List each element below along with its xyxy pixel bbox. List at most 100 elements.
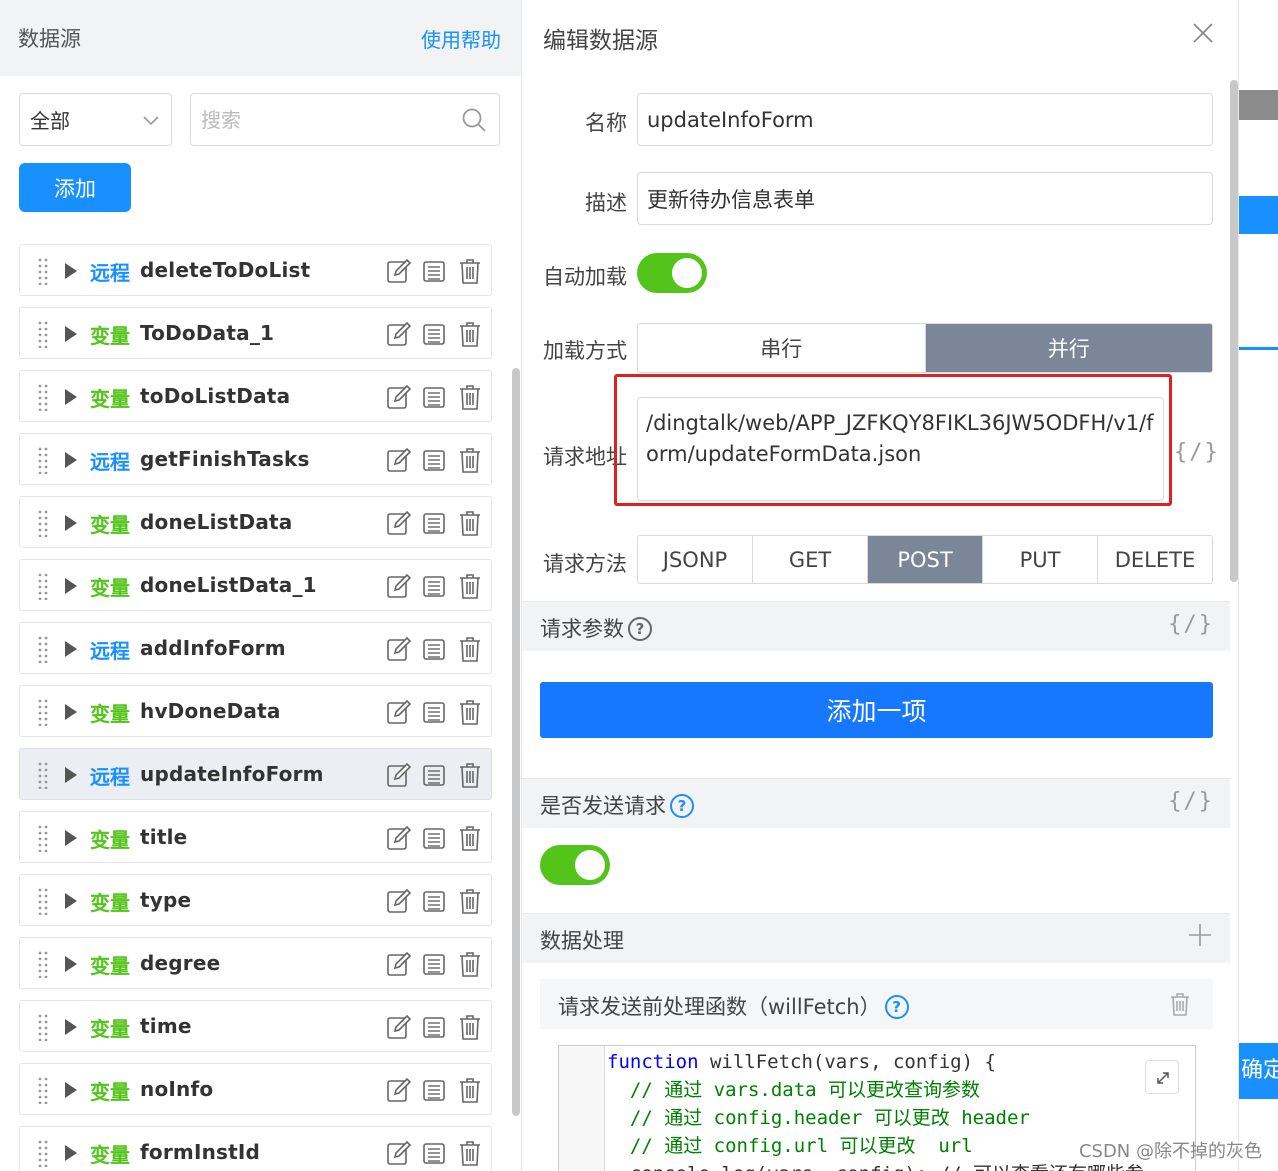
right-scrollbar[interactable] — [1230, 80, 1238, 582]
drag-handle-icon[interactable] — [38, 761, 48, 790]
trash-icon[interactable] — [457, 762, 483, 788]
datasource-item[interactable]: 变量 formInstId — [19, 1126, 492, 1171]
copy-icon[interactable] — [421, 1014, 447, 1040]
triangle-right-icon[interactable] — [65, 578, 77, 594]
edit-icon[interactable] — [386, 636, 412, 662]
drag-handle-icon[interactable] — [38, 572, 48, 601]
drag-handle-icon[interactable] — [38, 950, 48, 979]
url-code-toggle-icon[interactable]: {/} — [1174, 440, 1220, 465]
trash-icon[interactable] — [457, 636, 483, 662]
triangle-right-icon[interactable] — [65, 704, 77, 720]
add-param-button[interactable]: 添加一项 — [540, 682, 1213, 738]
send-request-toggle[interactable] — [540, 845, 610, 885]
method-post[interactable]: POST — [868, 536, 983, 583]
copy-icon[interactable] — [421, 573, 447, 599]
trash-icon[interactable] — [457, 888, 483, 914]
loadmode-parallel[interactable]: 并行 — [925, 324, 1212, 372]
copy-icon[interactable] — [421, 258, 447, 284]
edit-icon[interactable] — [386, 510, 412, 536]
trash-icon[interactable] — [457, 258, 483, 284]
edit-icon[interactable] — [386, 447, 412, 473]
copy-icon[interactable] — [421, 384, 447, 410]
edit-icon[interactable] — [386, 762, 412, 788]
copy-icon[interactable] — [421, 510, 447, 536]
triangle-right-icon[interactable] — [65, 641, 77, 657]
question-circle-icon[interactable]: ? — [670, 794, 694, 818]
name-field[interactable]: updateInfoForm — [637, 93, 1213, 146]
trash-icon[interactable] — [457, 447, 483, 473]
edit-icon[interactable] — [386, 951, 412, 977]
triangle-right-icon[interactable] — [65, 263, 77, 279]
trash-icon[interactable] — [457, 951, 483, 977]
datasource-item[interactable]: 变量 ToDoData_1 — [19, 307, 492, 359]
trash-icon[interactable] — [457, 321, 483, 347]
question-circle-icon[interactable]: ? — [628, 617, 652, 641]
drag-handle-icon[interactable] — [38, 635, 48, 664]
trash-icon[interactable] — [457, 384, 483, 410]
url-textarea[interactable]: /dingtalk/web/APP_JZFKQY8FIKL36JW5ODFH/v… — [637, 397, 1164, 501]
drag-handle-icon[interactable] — [38, 446, 48, 475]
question-circle-icon[interactable]: ? — [884, 995, 909, 1019]
copy-icon[interactable] — [421, 1140, 447, 1166]
copy-icon[interactable] — [421, 636, 447, 662]
method-jsonp[interactable]: JSONP — [638, 536, 753, 583]
method-put[interactable]: PUT — [983, 536, 1098, 583]
method-get[interactable]: GET — [753, 536, 868, 583]
copy-icon[interactable] — [421, 825, 447, 851]
trash-icon[interactable] — [1167, 991, 1193, 1017]
desc-field[interactable]: 更新待办信息表单 — [637, 172, 1213, 225]
loadmode-serial[interactable]: 串行 — [638, 324, 926, 372]
close-icon[interactable] — [1192, 22, 1214, 44]
triangle-right-icon[interactable] — [65, 326, 77, 342]
edit-icon[interactable] — [386, 258, 412, 284]
edit-icon[interactable] — [386, 888, 412, 914]
copy-icon[interactable] — [421, 762, 447, 788]
edit-icon[interactable] — [386, 321, 412, 347]
drag-handle-icon[interactable] — [38, 1013, 48, 1042]
triangle-right-icon[interactable] — [65, 893, 77, 909]
trash-icon[interactable] — [457, 1014, 483, 1040]
triangle-right-icon[interactable] — [65, 830, 77, 846]
drag-handle-icon[interactable] — [38, 257, 48, 286]
edit-icon[interactable] — [386, 384, 412, 410]
edit-icon[interactable] — [386, 699, 412, 725]
datasource-item[interactable]: 远程 getFinishTasks — [19, 433, 492, 485]
drag-handle-icon[interactable] — [38, 320, 48, 349]
edit-icon[interactable] — [386, 1077, 412, 1103]
drag-handle-icon[interactable] — [38, 509, 48, 538]
edit-icon[interactable] — [386, 573, 412, 599]
trash-icon[interactable] — [457, 1077, 483, 1103]
triangle-right-icon[interactable] — [65, 767, 77, 783]
triangle-right-icon[interactable] — [65, 515, 77, 531]
copy-icon[interactable] — [421, 951, 447, 977]
datasource-item[interactable]: 变量 hvDoneData — [19, 685, 492, 737]
params-code-toggle-icon[interactable]: {/} — [1168, 612, 1214, 637]
search-input[interactable] — [191, 94, 441, 145]
triangle-right-icon[interactable] — [65, 1019, 77, 1035]
drag-handle-icon[interactable] — [38, 383, 48, 412]
datasource-item[interactable]: 变量 doneListData — [19, 496, 492, 548]
fullscreen-button[interactable] — [1145, 1060, 1179, 1094]
datasource-item[interactable]: 变量 degree — [19, 937, 492, 989]
trash-icon[interactable] — [457, 510, 483, 536]
search-icon[interactable] — [461, 107, 487, 133]
triangle-right-icon[interactable] — [65, 1145, 77, 1161]
datasource-item[interactable]: 变量 toDoListData — [19, 370, 492, 422]
copy-icon[interactable] — [421, 699, 447, 725]
triangle-right-icon[interactable] — [65, 389, 77, 405]
edit-icon[interactable] — [386, 1014, 412, 1040]
drag-handle-icon[interactable] — [38, 1076, 48, 1105]
triangle-right-icon[interactable] — [65, 452, 77, 468]
trash-icon[interactable] — [457, 825, 483, 851]
help-link[interactable]: 使用帮助 — [421, 24, 501, 53]
left-scrollbar[interactable] — [512, 368, 520, 1116]
trash-icon[interactable] — [457, 1140, 483, 1166]
edit-icon[interactable] — [386, 1140, 412, 1166]
drag-handle-icon[interactable] — [38, 1139, 48, 1168]
datasource-item[interactable]: 变量 doneListData_1 — [19, 559, 492, 611]
datasource-item[interactable]: 变量 time — [19, 1000, 492, 1052]
confirm-button[interactable]: 确定 — [1239, 1043, 1278, 1099]
triangle-right-icon[interactable] — [65, 956, 77, 972]
add-datasource-button[interactable]: 添加 — [19, 163, 131, 212]
trash-icon[interactable] — [457, 573, 483, 599]
